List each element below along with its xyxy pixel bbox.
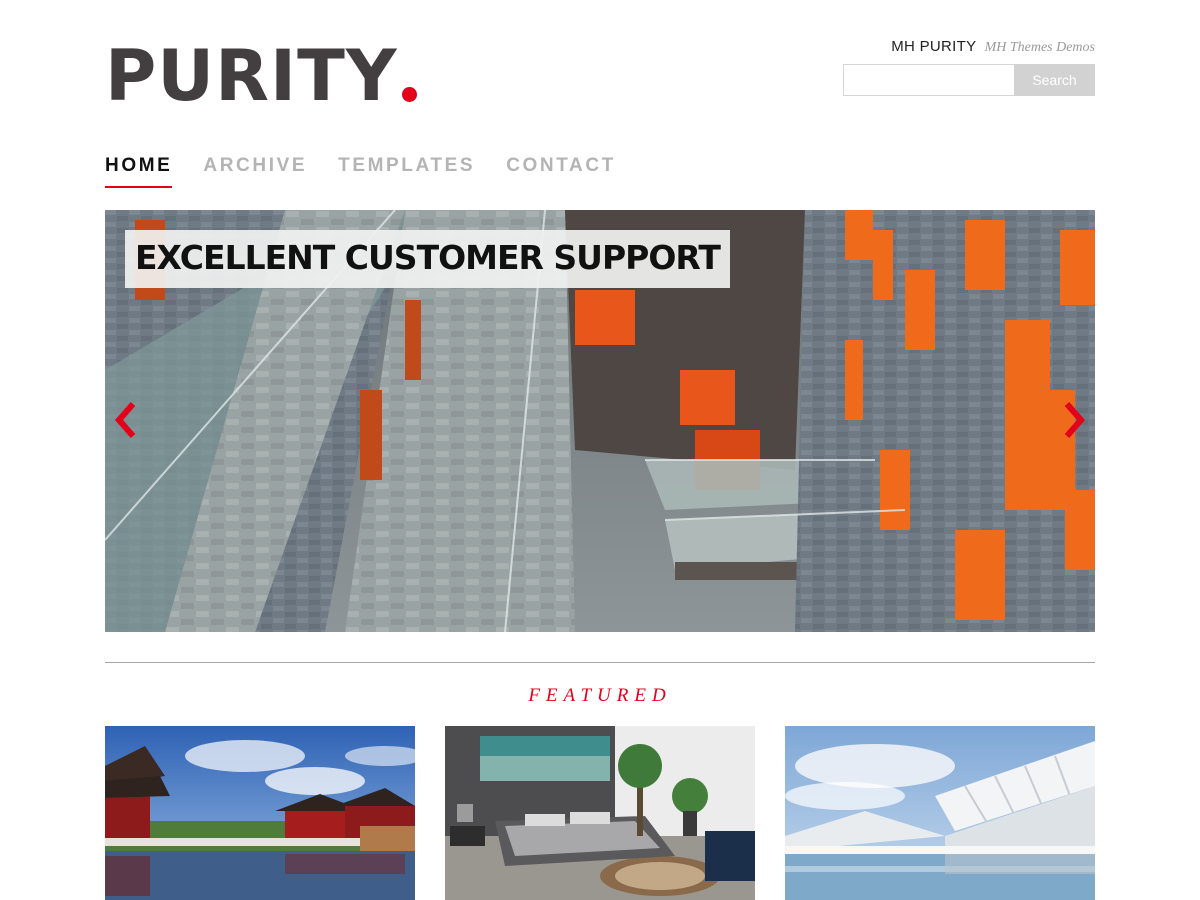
featured-image-chinese-garden	[105, 726, 415, 900]
site-logo[interactable]: PURITY	[105, 38, 417, 114]
logo-dot-icon	[401, 87, 417, 102]
featured-title: FEATURED	[528, 685, 672, 706]
section-divider	[105, 662, 1095, 663]
featured-item-1[interactable]	[105, 726, 415, 900]
nav-item-templates[interactable]: TEMPLATES	[338, 155, 475, 188]
search-input[interactable]	[843, 64, 1014, 96]
logo-text: PURITY	[105, 35, 398, 117]
chevron-right-icon[interactable]	[1059, 400, 1089, 440]
chevron-left-icon[interactable]	[111, 400, 141, 440]
main-navigation: HOME ARCHIVE TEMPLATES CONTACT	[105, 155, 647, 188]
slide-caption[interactable]: EXCELLENT CUSTOMER SUPPORT	[125, 230, 730, 288]
featured-image-architecture	[785, 726, 1095, 900]
nav-item-contact[interactable]: CONTACT	[506, 155, 616, 188]
search-form: Search	[843, 64, 1095, 96]
site-tagline: MH PURITY MH Themes Demos	[891, 38, 1095, 56]
featured-item-2[interactable]	[445, 726, 755, 900]
featured-item-3[interactable]	[785, 726, 1095, 900]
nav-item-archive[interactable]: ARCHIVE	[203, 155, 307, 188]
search-button[interactable]: Search	[1014, 64, 1095, 96]
hero-slider[interactable]: EXCELLENT CUSTOMER SUPPORT	[105, 210, 1095, 632]
featured-image-bedroom	[445, 726, 755, 900]
page-wrapper: PURITY MH PURITY MH Themes Demos Search …	[105, 0, 1095, 900]
nav-item-home[interactable]: HOME	[105, 155, 173, 188]
site-name: MH PURITY	[891, 38, 977, 55]
site-description: MH Themes Demos	[984, 40, 1095, 55]
featured-grid	[105, 726, 1095, 900]
